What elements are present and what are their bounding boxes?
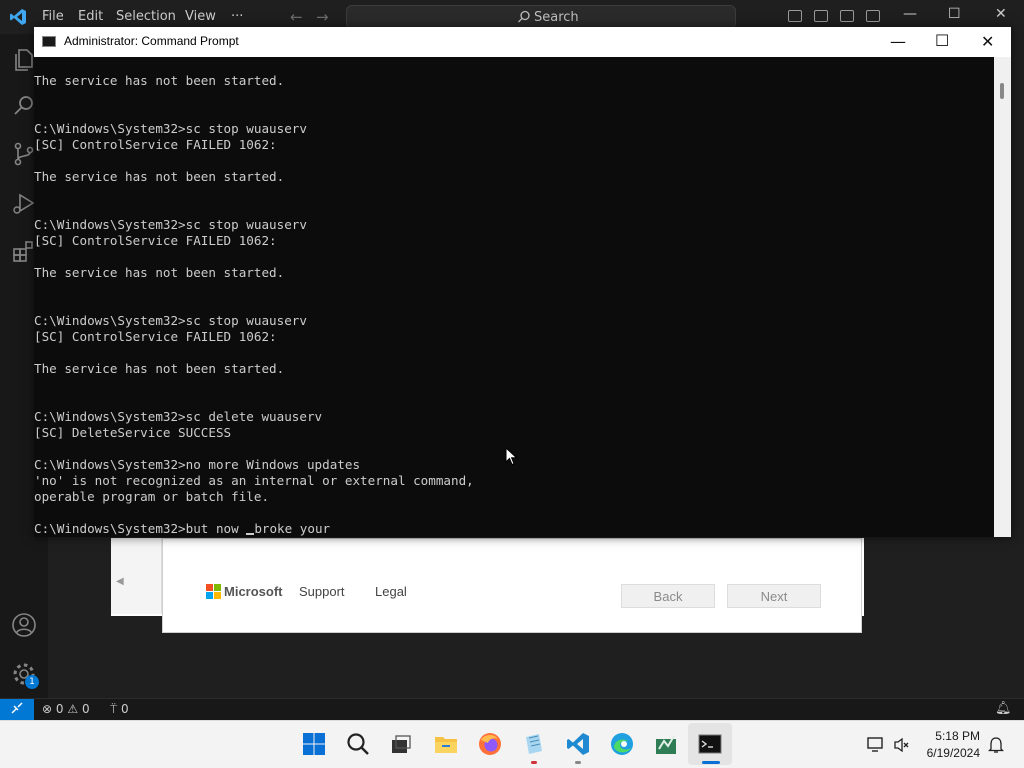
search-icon [518,10,530,23]
cmd-output-line: [SC] ControlService FAILED 1062: [34,233,277,248]
remote-indicator-button[interactable] [0,699,34,721]
cmd-output-line: 'no' is not recognized as an internal or… [34,473,474,488]
menu-file[interactable]: File [42,9,64,24]
cmd-minimize-icon[interactable]: — [890,32,906,51]
app-icon[interactable] [653,731,679,757]
microsoft-brand-text: Microsoft [224,584,283,599]
installer-scroll-area: ◀ [111,538,162,614]
cmd-scroll-thumb[interactable] [1000,83,1004,99]
clock-date[interactable]: 6/19/2024 [927,746,980,760]
cmd-output-line: C:\Windows\System32>sc stop wuauserv [34,217,307,232]
command-center-search[interactable]: Search [346,5,736,29]
problems-status[interactable]: ⊗ 0 ⚠ 0 [42,702,90,716]
back-arrow-icon[interactable]: ← [290,8,303,26]
menu-edit[interactable]: Edit [78,9,103,24]
clock-time[interactable]: 5:18 PM [935,729,980,743]
edge-icon[interactable] [609,731,635,757]
task-view-icon[interactable] [388,731,414,757]
cmd-input-after-cursor: broke your [254,521,331,536]
cmd-input-before-cursor: C:\Windows\System32>but now [34,521,247,536]
cmd-window-title: Administrator: Command Prompt [64,34,239,48]
notifications-bell-icon[interactable]: 🔔︎ [995,701,1012,716]
customize-layout-icon[interactable] [866,10,880,22]
support-link[interactable]: Support [299,584,345,599]
cmd-output-line: The service has not been started. [34,169,285,184]
command-prompt-window[interactable]: Administrator: Command Prompt — ☐ ✕ The … [34,27,1011,537]
terminal-icon[interactable] [697,731,723,757]
error-icon: ⊗ [42,702,53,716]
volume-muted-icon[interactable] [893,736,911,754]
warning-icon: ⚠ [67,702,79,716]
menu-more[interactable]: ··· [231,9,243,24]
cmd-output-line: The service has not been started. [34,265,285,280]
cmd-output-line: C:\Windows\System32>no more Windows upda… [34,457,361,472]
firefox-icon[interactable] [477,731,503,757]
ports-status[interactable]: ⍡ 0 [110,702,129,717]
vscode-logo-icon[interactable] [8,7,28,27]
start-icon[interactable] [301,731,327,757]
cmd-output-line: The service has not been started. [34,361,285,376]
cmd-close-icon[interactable]: ✕ [981,32,994,51]
cmd-titlebar[interactable]: Administrator: Command Prompt — ☐ ✕ [34,27,1011,57]
cmd-output-line: The service has not been started. [34,73,285,88]
cmd-output-line: operable program or batch file. [34,489,270,504]
cmd-output-line: C:\Windows\System32>sc stop wuauserv [34,121,307,136]
cmd-output-line: C:\Windows\System32>sc delete wuauserv [34,409,323,424]
terminal-running-indicator [702,761,720,764]
windows-taskbar: 5:18 PM 6/19/2024 [0,720,1024,768]
file-explorer-icon[interactable] [433,731,459,757]
broadcast-icon: ⍡ [110,702,118,716]
vscode-running-indicator [575,761,581,764]
toggle-panel-icon[interactable] [814,10,828,22]
cmd-scrollbar[interactable] [994,57,1011,537]
mouse-pointer-icon [505,447,518,466]
notepad-running-indicator [531,761,537,764]
toggle-secondary-sidebar-icon[interactable] [840,10,854,22]
remote-icon [11,702,23,714]
menu-view[interactable]: View [185,9,216,24]
network-icon[interactable] [866,736,886,754]
warning-count: 0 [81,702,90,716]
toggle-sidebar-icon[interactable] [788,10,802,22]
vscode-minimize-icon[interactable]: — [903,6,917,22]
ports-count: 0 [121,702,129,716]
legal-link[interactable]: Legal [375,584,407,599]
next-button[interactable]: Next [727,584,821,608]
notepad-icon[interactable] [521,731,547,757]
cmd-output-line: [SC] DeleteService SUCCESS [34,425,232,440]
error-count: 0 [55,702,64,716]
manage-badge: 1 [25,675,39,689]
vscode-maximize-icon[interactable]: ☐ [948,6,961,22]
back-button[interactable]: Back [621,584,715,608]
accounts-icon[interactable] [11,612,37,638]
search-label: Search [534,10,579,25]
cmd-output-line: [SC] ControlService FAILED 1062: [34,137,277,152]
cmd-output-line: C:\Windows\System32>sc stop wuauserv [34,313,307,328]
cmd-app-icon [42,36,56,47]
menu-selection[interactable]: Selection [116,9,176,24]
notification-bell-icon[interactable] [988,736,1004,754]
scroll-left-arrow-icon[interactable]: ◀ [116,576,124,587]
cmd-output-lines: The service has not been started. C:\Win… [34,73,474,504]
microsoft-logo-icon [206,584,221,599]
cmd-output-line: [SC] ControlService FAILED 1062: [34,329,277,344]
search-icon[interactable] [345,731,371,757]
vscode-icon[interactable] [565,731,591,757]
vscode-close-icon[interactable]: ✕ [995,6,1007,22]
cmd-output-text: The service has not been started. C:\Win… [34,73,474,537]
cmd-maximize-icon[interactable]: ☐ [935,31,949,50]
vscode-status-bar: ⊗ 0 ⚠ 0 ⍡ 0 🔔︎ [0,698,1024,721]
forward-arrow-icon[interactable]: → [316,8,329,26]
